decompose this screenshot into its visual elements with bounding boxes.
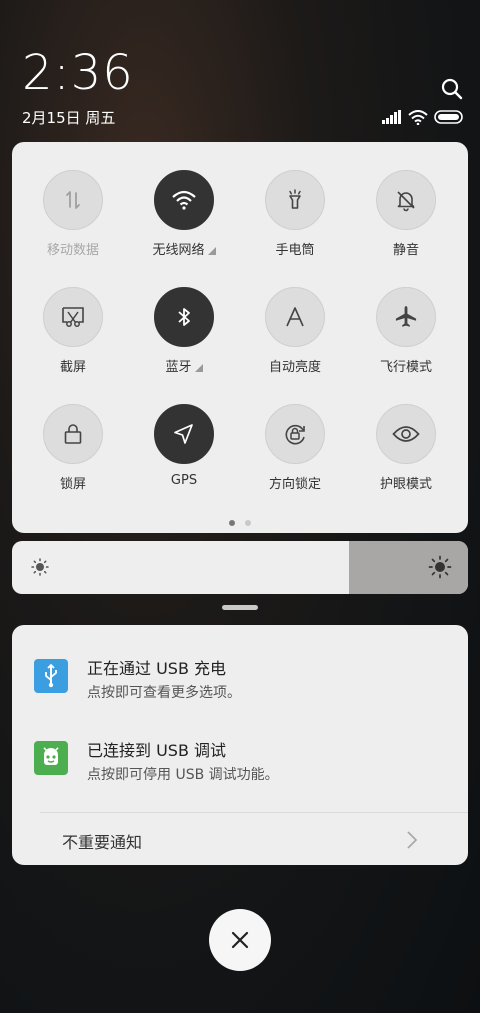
page-dot-2[interactable] [245, 520, 251, 526]
tile-rotation-lock-button[interactable] [265, 404, 325, 464]
quick-settings-panel: 移动数据 无线网络 手电筒 静音 截屏 蓝牙 自动亮度 飞行模式 锁屏 GPS … [12, 142, 468, 533]
tile-auto-brightness[interactable]: 自动亮度 [240, 287, 350, 387]
tile-eye-care-button[interactable] [376, 404, 436, 464]
clock: 2:36 [22, 45, 134, 101]
tile-gps-button[interactable] [154, 404, 214, 464]
drag-handle[interactable] [222, 605, 258, 610]
tile-mobile-data[interactable]: 移动数据 [18, 170, 128, 270]
close-icon [231, 931, 249, 949]
wifi-status-icon [408, 109, 428, 125]
tile-label: 护眼模式 [379, 477, 432, 492]
tile-eye-care[interactable]: 护眼模式 [351, 404, 461, 504]
tile-flashlight-button[interactable] [265, 170, 325, 230]
notification-usb-debugging[interactable]: 已连接到 USB 调试 点按即可停用 USB 调试功能。 [12, 737, 468, 797]
rotation-lock-icon [285, 424, 305, 445]
usb-icon [34, 659, 68, 693]
battery-icon [434, 110, 463, 124]
brightness-high-icon [428, 555, 452, 579]
bell-off-icon [397, 191, 415, 212]
tile-label: 静音 [392, 243, 419, 258]
divider [40, 812, 468, 813]
tile-wifi-button[interactable] [154, 170, 214, 230]
tile-label: 手电筒 [275, 243, 315, 258]
expand-indicator-icon [207, 247, 216, 255]
notification-usb-charging[interactable]: 正在通过 USB 充电 点按即可查看更多选项。 [12, 655, 468, 715]
page-dot-1[interactable] [229, 520, 235, 526]
screenshot-icon [62, 307, 84, 327]
page-indicator [12, 520, 468, 526]
tile-label: 无线网络 [152, 243, 205, 258]
notification-title: 已连接到 USB 调试 [87, 741, 227, 760]
wifi-icon [172, 190, 196, 210]
tile-gps[interactable]: GPS [129, 404, 239, 504]
date: 2月15日 周五 [22, 109, 116, 127]
tile-mobile-data-button[interactable] [43, 170, 103, 230]
tile-mute-button[interactable] [376, 170, 436, 230]
tile-label: 方向锁定 [268, 477, 321, 492]
mobile-data-icon [66, 191, 80, 209]
tile-label: 飞行模式 [379, 360, 432, 375]
status-icons [382, 108, 464, 126]
notification-subtitle: 点按即可查看更多选项。 [87, 685, 241, 701]
tile-bluetooth-button[interactable] [154, 287, 214, 347]
search-icon[interactable] [440, 77, 464, 101]
tile-airplane[interactable]: 飞行模式 [351, 287, 461, 387]
notification-panel: 正在通过 USB 充电 点按即可查看更多选项。 已连接到 USB 调试 点按即可… [12, 625, 468, 865]
tile-label: GPS [170, 473, 198, 488]
tile-label: 锁屏 [59, 477, 86, 492]
tile-auto-brightness-button[interactable] [265, 287, 325, 347]
tile-lock-screen[interactable]: 锁屏 [18, 404, 128, 504]
tile-screenshot[interactable]: 截屏 [18, 287, 128, 387]
android-debug-icon [34, 741, 68, 775]
tile-airplane-button[interactable] [376, 287, 436, 347]
minor-notifications-link[interactable]: 不重要通知 [62, 829, 142, 853]
tile-lock-screen-button[interactable] [43, 404, 103, 464]
tile-screenshot-button[interactable] [43, 287, 103, 347]
tile-label: 自动亮度 [268, 360, 321, 375]
chevron-right-icon[interactable] [406, 830, 418, 850]
tile-wifi[interactable]: 无线网络 [129, 170, 239, 270]
bluetooth-icon [178, 308, 190, 326]
flashlight-icon [289, 189, 301, 209]
tile-label: 蓝牙 [165, 360, 192, 375]
lock-icon [64, 424, 82, 444]
brightness-low-icon [31, 558, 49, 576]
airplane-icon [395, 306, 417, 327]
tile-label: 截屏 [59, 360, 86, 375]
location-arrow-icon [174, 424, 193, 444]
expand-indicator-icon [194, 364, 203, 372]
tile-label: 移动数据 [46, 243, 99, 258]
tile-flashlight[interactable]: 手电筒 [240, 170, 350, 270]
tile-mute[interactable]: 静音 [351, 170, 461, 270]
notification-subtitle: 点按即可停用 USB 调试功能。 [87, 767, 279, 783]
eye-icon [392, 426, 420, 442]
close-button[interactable] [209, 909, 271, 971]
signal-icon [382, 110, 401, 124]
tile-bluetooth[interactable]: 蓝牙 [129, 287, 239, 387]
status-header: 2:36 2月15日 周五 [0, 0, 480, 140]
brightness-slider[interactable] [12, 541, 468, 594]
tile-rotation-lock[interactable]: 方向锁定 [240, 404, 350, 504]
auto-brightness-icon [286, 307, 304, 327]
notification-title: 正在通过 USB 充电 [87, 659, 227, 678]
